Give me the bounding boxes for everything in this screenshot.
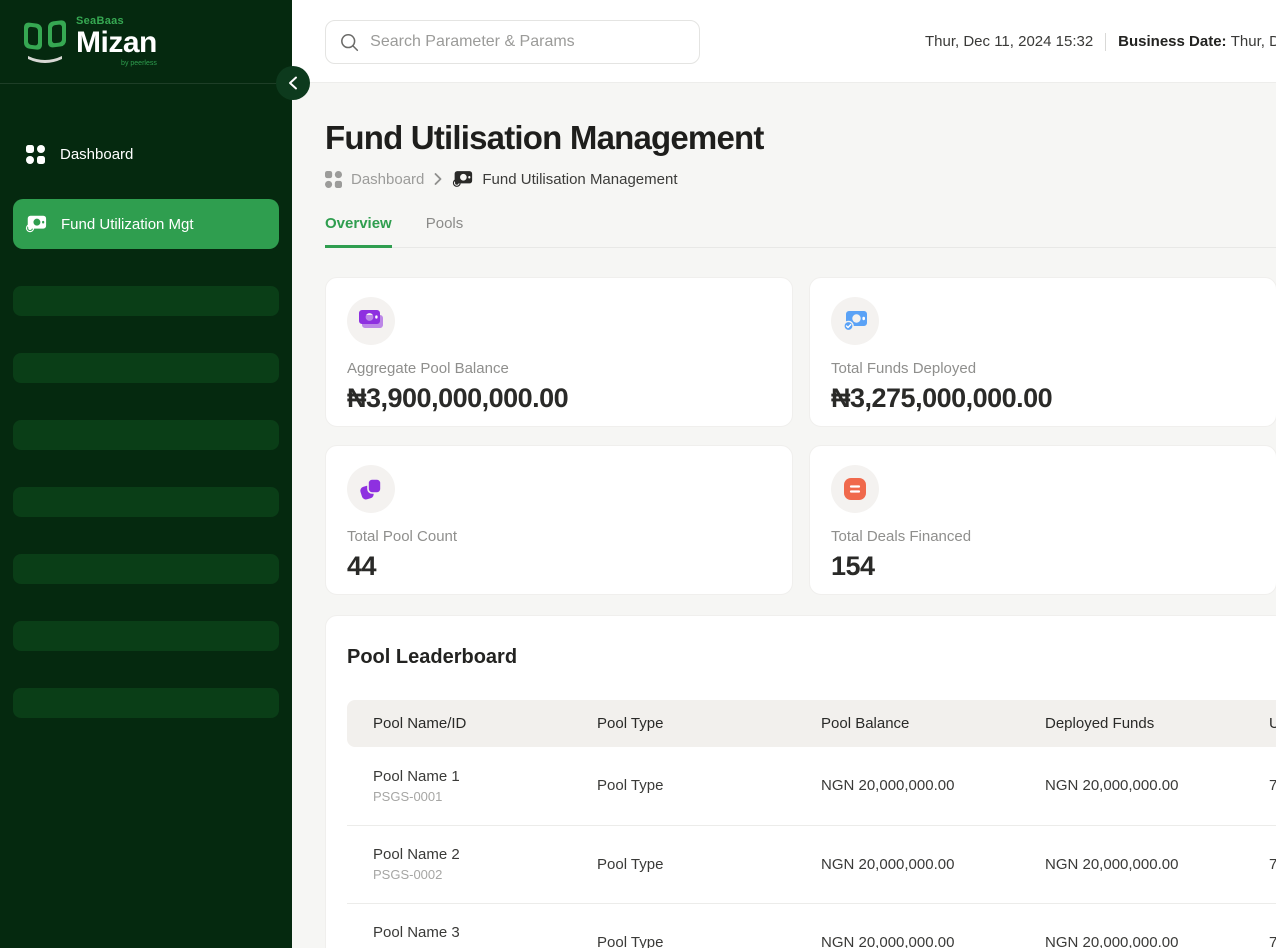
copy-stack-icon	[359, 477, 383, 501]
sidebar-skeleton-bar	[13, 353, 279, 383]
brand-logo: SeaBaas Mizan by peerless	[0, 0, 292, 83]
pool-id: PSGS-0001	[373, 789, 571, 804]
sidebar-item-label: Fund Utilization Mgt	[61, 216, 194, 233]
brand-byline: by peerless	[76, 60, 157, 67]
current-datetime: Thur, Dec 11, 2024 15:32	[925, 33, 1093, 50]
stat-value: 44	[347, 551, 771, 582]
search-box[interactable]	[325, 20, 700, 64]
sidebar-divider	[0, 83, 292, 84]
pool-leaderboard-table: Pool Name/ID Pool Type Pool Balance Depl…	[347, 700, 1276, 948]
sidebar-skeleton-bar	[13, 286, 279, 316]
pool-name: Pool Name 2	[373, 846, 571, 863]
stats-grid: Aggregate Pool Balance ₦3,900,000,000.00…	[325, 277, 1276, 595]
pool-type: Pool Type	[571, 747, 795, 825]
column-header-pool-balance: Pool Balance	[795, 700, 1019, 747]
deployed-funds: NGN 20,000,000.00	[1019, 747, 1243, 825]
utilization: 70%	[1243, 825, 1276, 903]
column-header-pool-type: Pool Type	[571, 700, 795, 747]
tab-pools[interactable]: Pools	[426, 215, 464, 247]
cash-stack-icon	[358, 309, 384, 333]
stat-label: Total Deals Financed	[831, 528, 1255, 545]
breadcrumb-label: Dashboard	[351, 171, 424, 188]
date-separator	[1105, 33, 1106, 51]
pool-name: Pool Name 3	[373, 924, 571, 941]
deployed-funds: NGN 20,000,000.00	[1019, 825, 1243, 903]
pool-type: Pool Type	[571, 825, 795, 903]
stat-label: Total Funds Deployed	[831, 360, 1255, 377]
money-icon	[452, 170, 473, 188]
stat-card-total-funds-deployed: Total Funds Deployed ₦3,275,000,000.00	[809, 277, 1276, 427]
chevron-left-icon	[288, 76, 298, 90]
breadcrumb-dashboard[interactable]: Dashboard	[325, 171, 424, 188]
grid-icon	[325, 171, 342, 188]
column-header-deployed-funds: Deployed Funds	[1019, 700, 1243, 747]
sidebar-skeleton-list	[0, 286, 292, 718]
pool-balance: NGN 20,000,000.00	[795, 825, 1019, 903]
search-icon	[340, 32, 359, 53]
sidebar-skeleton-bar	[13, 621, 279, 651]
sidebar: SeaBaas Mizan by peerless Dashboard	[0, 0, 292, 948]
deployed-funds: NGN 20,000,000.00	[1019, 903, 1243, 948]
money-icon	[25, 213, 47, 235]
breadcrumb: Dashboard Fund Utilisation Management	[325, 170, 1276, 188]
utilization: 70%	[1243, 903, 1276, 948]
tab-overview[interactable]: Overview	[325, 215, 392, 248]
utilization: 70%	[1243, 747, 1276, 825]
stat-value: ₦3,900,000,000.00	[347, 383, 771, 414]
table-row[interactable]: Pool Name 3 PSGS-0003 Pool Type NGN 20,0…	[347, 903, 1276, 948]
main-content: Fund Utilisation Management Dashboard	[292, 83, 1276, 948]
breadcrumb-label: Fund Utilisation Management	[482, 171, 677, 188]
tabs: Overview Pools	[325, 215, 1276, 248]
chevron-right-icon	[434, 173, 442, 185]
sidebar-item-label: Dashboard	[60, 146, 133, 163]
table-row[interactable]: Pool Name 2 PSGS-0002 Pool Type NGN 20,0…	[347, 825, 1276, 903]
stat-label: Aggregate Pool Balance	[347, 360, 771, 377]
grid-icon	[24, 143, 46, 165]
table-row[interactable]: Pool Name 1 PSGS-0001 Pool Type NGN 20,0…	[347, 747, 1276, 825]
sidebar-item-fund-utilization[interactable]: Fund Utilization Mgt	[13, 199, 279, 249]
column-header-pool-name: Pool Name/ID	[347, 700, 571, 747]
column-header-utilization: Utilization	[1243, 700, 1276, 747]
stat-value: 154	[831, 551, 1255, 582]
wallet-check-icon	[842, 310, 868, 332]
pool-id: PSGS-0002	[373, 867, 571, 882]
business-date-value: Thur, Dec 11, 2024	[1231, 33, 1276, 50]
stat-label: Total Pool Count	[347, 528, 771, 545]
pool-type: Pool Type	[571, 903, 795, 948]
stat-icon-circle	[831, 297, 879, 345]
pool-balance: NGN 20,000,000.00	[795, 903, 1019, 948]
table-header-row: Pool Name/ID Pool Type Pool Balance Depl…	[347, 700, 1276, 747]
pool-leaderboard-title: Pool Leaderboard	[347, 646, 1276, 669]
stat-card-total-pool-count: Total Pool Count 44	[325, 445, 793, 595]
search-input[interactable]	[370, 33, 685, 51]
sidebar-skeleton-bar	[13, 688, 279, 718]
stat-icon-circle	[831, 465, 879, 513]
pool-name: Pool Name 1	[373, 768, 571, 785]
stat-icon-circle	[347, 465, 395, 513]
top-bar: Thur, Dec 11, 2024 15:32 Business Date: …	[292, 0, 1276, 83]
stat-card-aggregate-pool-balance: Aggregate Pool Balance ₦3,900,000,000.00	[325, 277, 793, 427]
breadcrumb-current: Fund Utilisation Management	[452, 170, 677, 188]
page-title: Fund Utilisation Management	[325, 119, 1276, 157]
pool-leaderboard-card: Pool Leaderboard Pool Name/ID Pool Type …	[325, 615, 1276, 948]
pool-balance: NGN 20,000,000.00	[795, 747, 1019, 825]
sidebar-skeleton-bar	[13, 487, 279, 517]
sidebar-collapse-button[interactable]	[276, 66, 310, 100]
stat-card-total-deals-financed: Total Deals Financed 154	[809, 445, 1276, 595]
sidebar-nav: Dashboard Fund Utilization Mgt	[0, 83, 292, 718]
deals-list-icon	[843, 477, 867, 501]
date-block: Thur, Dec 11, 2024 15:32 Business Date: …	[925, 0, 1276, 83]
business-date: Business Date: Thur, Dec 11, 2024	[1118, 33, 1276, 50]
sidebar-skeleton-bar	[13, 554, 279, 584]
seabaas-logo-icon	[22, 16, 68, 64]
sidebar-item-dashboard[interactable]: Dashboard	[0, 135, 292, 173]
brand-name: Mizan	[76, 28, 157, 58]
business-date-label: Business Date:	[1118, 33, 1226, 50]
stat-icon-circle	[347, 297, 395, 345]
sidebar-skeleton-bar	[13, 420, 279, 450]
stat-value: ₦3,275,000,000.00	[831, 383, 1255, 414]
